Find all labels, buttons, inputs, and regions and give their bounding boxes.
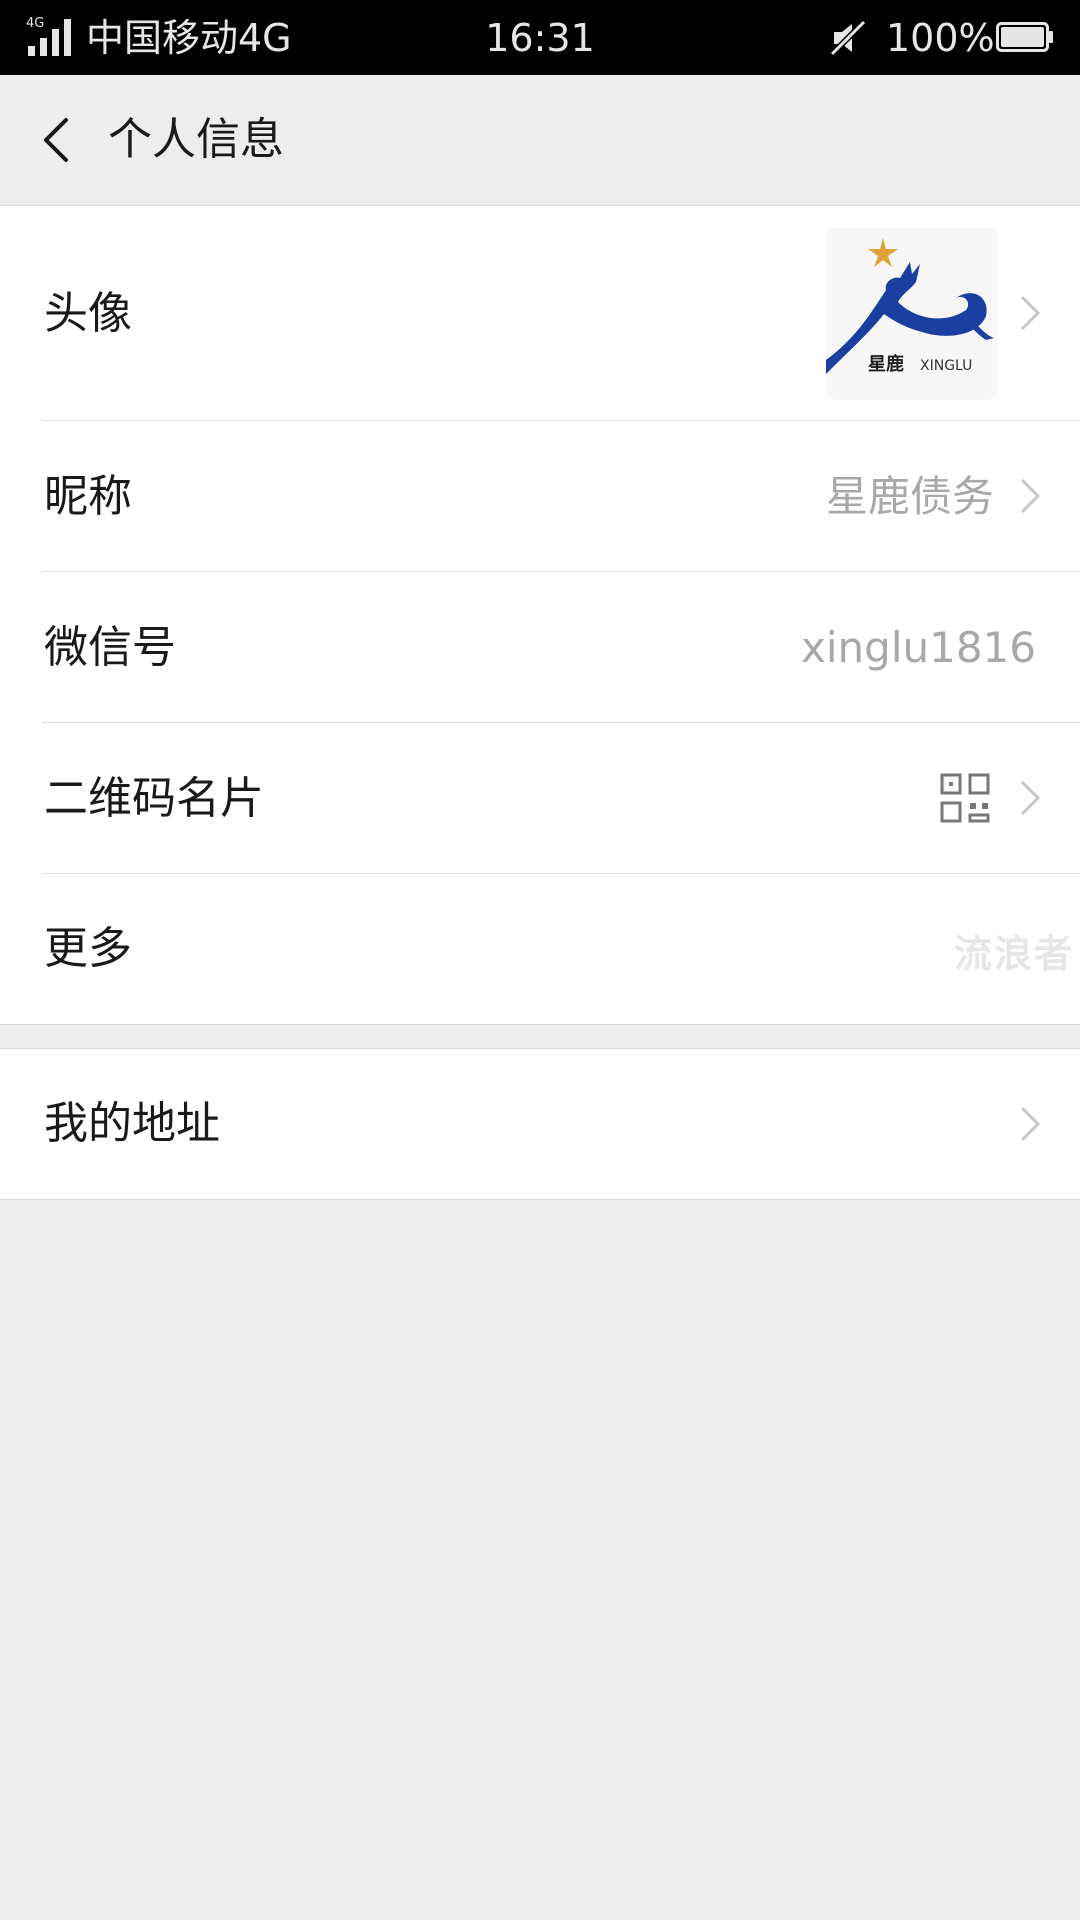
logo-text-cn: 星鹿 <box>868 353 904 375</box>
nickname-value: 星鹿债务 <box>825 472 994 521</box>
watermark-text: 流浪者 <box>953 932 1074 976</box>
xinglu-logo-icon: 星鹿 XINGLU <box>826 238 994 375</box>
address-group: 我的地址 <box>0 1048 1080 1200</box>
nickname-row[interactable]: 昵称 星鹿债务 <box>0 421 1080 572</box>
page-title: 个人信息 <box>108 114 284 165</box>
wechat-id-row: 微信号 xinglu1816 <box>0 572 1080 723</box>
qr-card-label: 二维码名片 <box>44 773 264 824</box>
nickname-label: 昵称 <box>44 471 132 522</box>
avatar-row[interactable]: 头像 星鹿 XINGLU <box>0 206 1080 421</box>
qr-code-icon <box>940 773 990 823</box>
mute-icon <box>829 19 867 57</box>
avatar-label: 头像 <box>44 288 132 339</box>
nav-bar: 个人信息 <box>0 75 1080 206</box>
address-row[interactable]: 我的地址 <box>0 1049 1080 1199</box>
battery-icon <box>996 22 1053 52</box>
back-chevron-icon[interactable] <box>30 110 90 170</box>
qr-card-row[interactable]: 二维码名片 <box>0 723 1080 874</box>
profile-group: 头像 星鹿 XINGLU 昵称 星鹿债务 微信号 xinglu1816 二维码名… <box>0 205 1080 1025</box>
status-bar: 4G 中国移动4G 16:31 100% <box>0 0 1080 75</box>
chevron-right-icon <box>1020 295 1041 331</box>
avatar[interactable]: 星鹿 XINGLU <box>826 228 998 400</box>
logo-text-en: XINGLU <box>920 358 972 374</box>
more-row[interactable]: 更多 流浪者 <box>0 874 1080 1024</box>
chevron-right-icon <box>1020 780 1041 816</box>
more-label: 更多 <box>44 923 132 974</box>
address-label: 我的地址 <box>44 1098 220 1149</box>
wechat-id-label: 微信号 <box>44 622 176 673</box>
battery-percent: 100% <box>886 16 995 60</box>
wechat-id-value: xinglu1816 <box>801 623 1036 672</box>
chevron-right-icon <box>1020 478 1041 514</box>
chevron-right-icon <box>1020 1106 1041 1142</box>
